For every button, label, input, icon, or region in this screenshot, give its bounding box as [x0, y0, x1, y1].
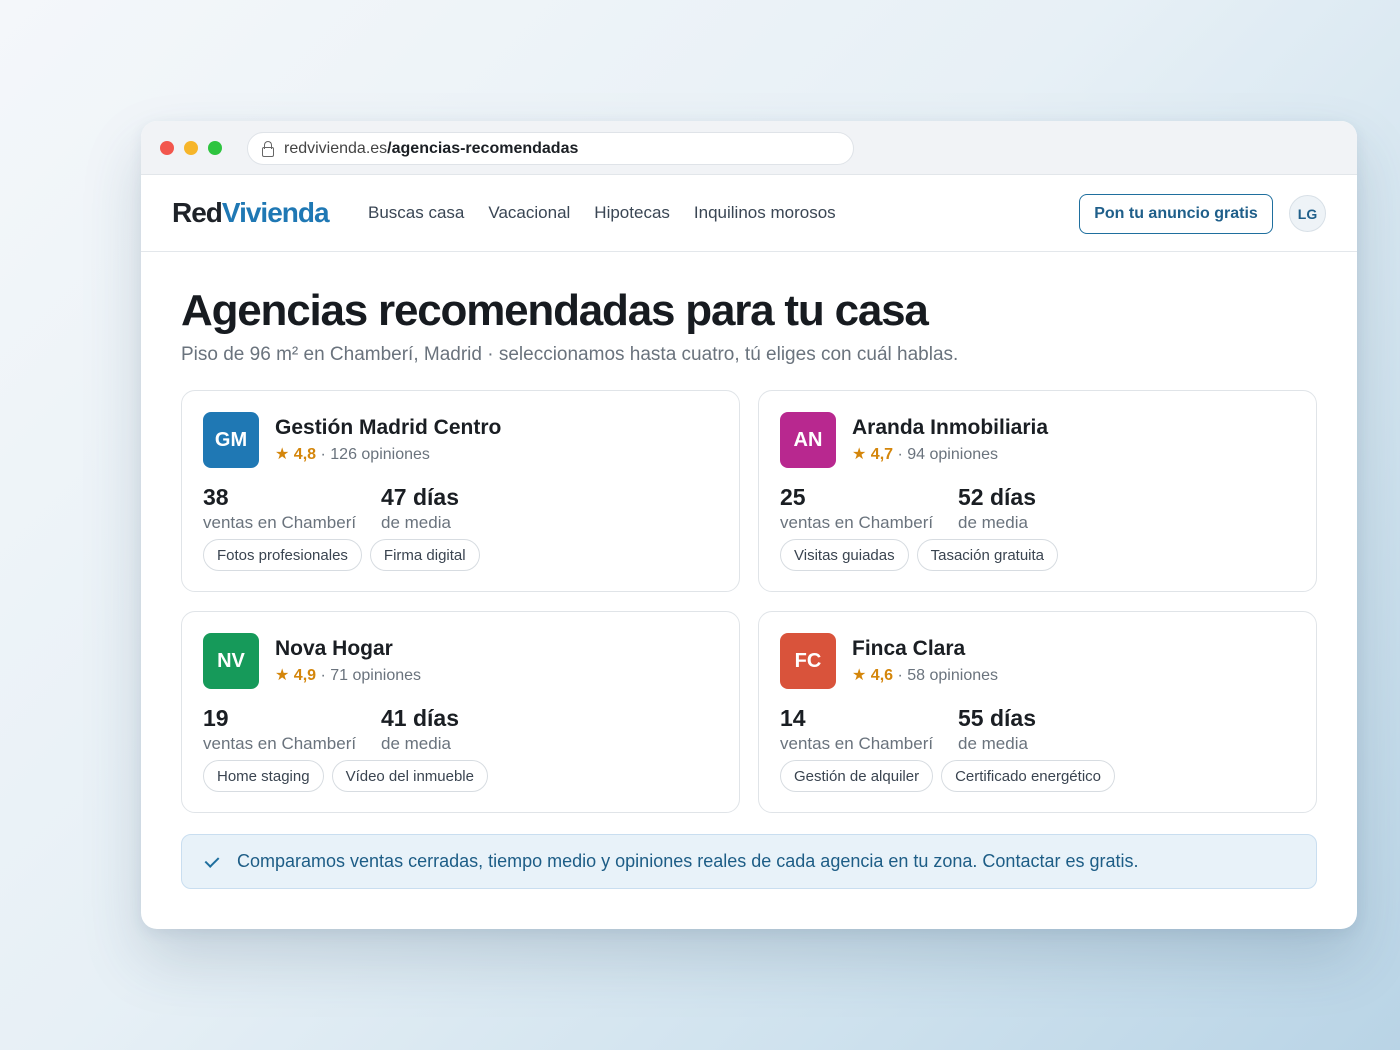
average-days-label: de media — [958, 513, 1028, 532]
agency-badge: AN — [780, 412, 836, 468]
agency-card[interactable]: NV Nova Hogar ★ 4,9 · 71 opiniones 19 ve… — [181, 611, 740, 813]
agency-tags: Home staging Vídeo del inmueble — [203, 760, 488, 792]
star-icon: ★ — [275, 446, 290, 463]
agency-badge: NV — [203, 633, 259, 689]
average-days: 41 días — [381, 705, 459, 731]
nav-link-inquilinos-morosos[interactable]: Inquilinos morosos — [694, 203, 836, 223]
tag: Home staging — [203, 760, 324, 792]
agency-name: Finca Clara — [852, 637, 966, 660]
average-days-label: de media — [381, 734, 451, 753]
agency-rating: ★ 4,8 · 126 opiniones — [275, 446, 430, 463]
star-icon: ★ — [852, 667, 867, 684]
post-listing-button[interactable]: Pon tu anuncio gratis — [1079, 194, 1273, 234]
tag: Visitas guiadas — [780, 539, 909, 571]
site-header: RedVivienda Buscas casa Vacacional Hipot… — [141, 175, 1357, 252]
nav-link-buscas-casa[interactable]: Buscas casa — [368, 203, 464, 223]
nav-link-hipotecas[interactable]: Hipotecas — [594, 203, 670, 223]
main-nav: Buscas casa Vacacional Hipotecas Inquili… — [368, 203, 836, 223]
sales-label: ventas en Chamberí — [780, 734, 934, 753]
page-subtitle: Piso de 96 m² en Chamberí, Madrid · sele… — [181, 344, 959, 365]
average-days: 47 días — [381, 484, 459, 510]
star-icon: ★ — [275, 667, 290, 684]
sales-count: 25 — [780, 484, 806, 510]
browser-chrome: redvivienda.es/agencias-recomendadas — [141, 121, 1357, 175]
average-days: 52 días — [958, 484, 1036, 510]
tag: Tasación gratuita — [916, 539, 1059, 571]
agency-name: Gestión Madrid Centro — [275, 416, 502, 439]
tag: Vídeo del inmueble — [331, 760, 488, 792]
url-path: /agencias-recomendadas — [387, 139, 579, 157]
user-avatar[interactable]: LG — [1289, 195, 1326, 232]
sales-count: 19 — [203, 705, 229, 731]
info-note: Comparamos ventas cerradas, tiempo medio… — [181, 834, 1317, 889]
site-logo[interactable]: RedVivienda — [172, 197, 330, 229]
info-note-text: Comparamos ventas cerradas, tiempo medio… — [237, 851, 1139, 871]
star-icon: ★ — [852, 446, 867, 463]
browser-window: redvivienda.es/agencias-recomendadas Red… — [141, 121, 1357, 929]
lock-icon — [262, 140, 274, 157]
agency-card[interactable]: AN Aranda Inmobiliaria ★ 4,7 · 94 opinio… — [758, 390, 1317, 592]
minimize-window-button[interactable] — [184, 141, 198, 155]
agency-tags: Fotos profesionales Firma digital — [203, 539, 480, 571]
agency-tags: Gestión de alquiler Certificado energéti… — [780, 760, 1115, 792]
sales-label: ventas en Chamberí — [203, 734, 357, 753]
tag: Fotos profesionales — [203, 539, 362, 571]
close-window-button[interactable] — [160, 141, 174, 155]
tag: Firma digital — [369, 539, 480, 571]
agency-card[interactable]: FC Finca Clara ★ 4,6 · 58 opiniones 14 v… — [758, 611, 1317, 813]
average-days-label: de media — [381, 513, 451, 532]
sales-label: ventas en Chamberí — [780, 513, 934, 532]
page-title: Agencias recomendadas para tu casa — [181, 286, 929, 335]
address-bar[interactable]: redvivienda.es/agencias-recomendadas — [247, 132, 854, 165]
nav-link-vacacional[interactable]: Vacacional — [488, 203, 570, 223]
agency-card[interactable]: GM Gestión Madrid Centro ★ 4,8 · 126 opi… — [181, 390, 740, 592]
agency-rating: ★ 4,9 · 71 opiniones — [275, 667, 422, 684]
maximize-window-button[interactable] — [208, 141, 222, 155]
check-icon — [204, 854, 220, 870]
sales-label: ventas en Chamberí — [203, 513, 357, 532]
sales-count: 14 — [780, 705, 806, 731]
agency-badge: FC — [780, 633, 836, 689]
average-days: 55 días — [958, 705, 1036, 731]
average-days-label: de media — [958, 734, 1028, 753]
agency-badge: GM — [203, 412, 259, 468]
agency-rating: ★ 4,7 · 94 opiniones — [852, 446, 999, 463]
agency-name: Nova Hogar — [275, 637, 393, 660]
agency-name: Aranda Inmobiliaria — [852, 416, 1049, 439]
agency-tags: Visitas guiadas Tasación gratuita — [780, 539, 1059, 571]
url-domain: redvivienda.es — [284, 139, 388, 157]
tag: Certificado energético — [941, 760, 1115, 792]
sales-count: 38 — [203, 484, 229, 510]
tag: Gestión de alquiler — [780, 760, 934, 792]
agency-rating: ★ 4,6 · 58 opiniones — [852, 667, 999, 684]
